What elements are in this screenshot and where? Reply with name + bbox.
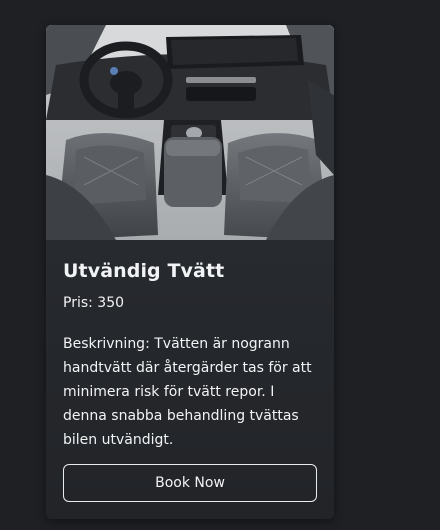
service-description: Beskrivning: Tvätten är nogrann handtvät… [63,336,312,448]
service-card: Utvändig Tvätt Pris: 350 Beskrivning: Tv… [46,25,334,519]
page: Utvändig Tvätt Pris: 350 Beskrivning: Tv… [0,0,440,530]
card-body: Utvändig Tvätt Pris: 350 Beskrivning: Tv… [46,259,334,452]
car-interior-image [46,25,334,240]
service-price: Pris: 350 [63,295,125,311]
book-now-button[interactable]: Book Now [63,464,317,502]
service-title: Utvändig Tvätt [63,260,225,282]
